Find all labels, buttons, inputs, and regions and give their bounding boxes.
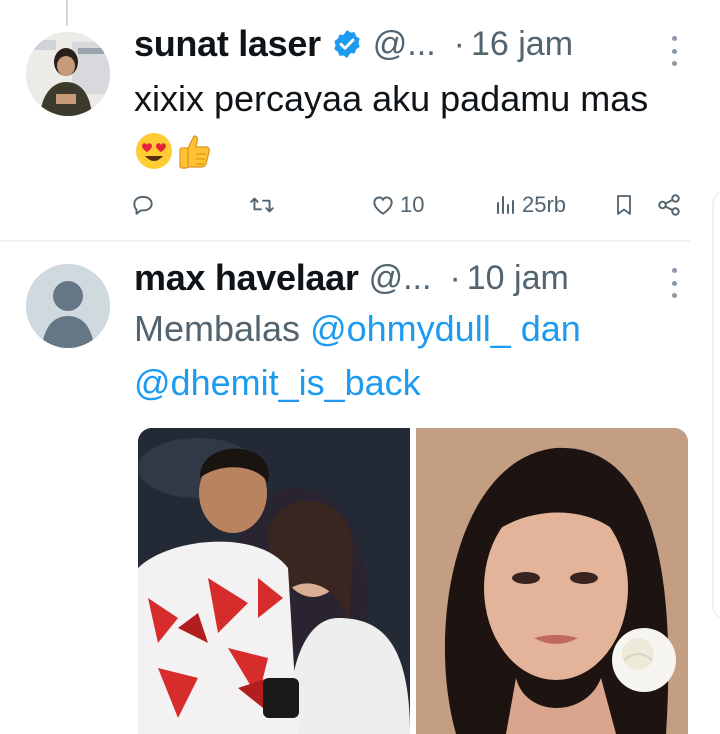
mention-link[interactable]: @ohmydull_ <box>310 308 511 349</box>
photo-couple-image <box>138 428 410 734</box>
heart-eyes-emoji-icon <box>134 131 174 171</box>
mention-link[interactable]: @dhemit_is_back <box>134 362 421 403</box>
reply-icon <box>133 195 153 215</box>
like-count: 10 <box>400 192 425 217</box>
tweet-header: max havelaar @... · 10 jam <box>134 256 569 300</box>
views-button[interactable]: 25rb <box>494 192 566 218</box>
share-icon <box>658 194 680 216</box>
tweet-timestamp[interactable]: 10 jam <box>467 259 569 298</box>
side-scroll-panel[interactable] <box>712 190 720 620</box>
avatar-photo <box>26 32 110 116</box>
bookmark-button[interactable] <box>612 192 636 218</box>
author-name[interactable]: max havelaar <box>134 257 359 299</box>
tweet-2[interactable]: max havelaar @... · 10 jam Membalas @ohm… <box>0 242 720 734</box>
separator-dot: · <box>453 24 465 63</box>
verified-badge-icon <box>331 28 363 60</box>
tweet-text: xixix percayaa aku padamu mas <box>134 72 674 180</box>
repost-icon <box>250 197 274 213</box>
tweet-actions-bar: 10 25rb <box>0 192 720 228</box>
reply-prefix: Membalas <box>134 308 301 349</box>
photo-couple[interactable] <box>138 428 410 734</box>
author-name[interactable]: sunat laser <box>134 23 321 65</box>
photo-woman-portrait-image <box>416 428 688 734</box>
mention-conjunction: dan <box>520 308 581 349</box>
reply-button[interactable] <box>130 192 156 218</box>
media-grid <box>138 428 688 734</box>
share-button[interactable] <box>656 192 682 218</box>
avatar[interactable] <box>26 32 110 116</box>
like-button[interactable]: 10 <box>370 192 424 218</box>
more-options-icon[interactable] <box>670 268 678 298</box>
heart-icon <box>373 196 393 215</box>
author-handle[interactable]: @... <box>373 25 436 64</box>
repost-button[interactable] <box>248 192 276 218</box>
thumbs-up-emoji-icon <box>174 131 214 171</box>
more-options-icon[interactable] <box>670 36 678 66</box>
tweet-timestamp[interactable]: 16 jam <box>471 25 573 64</box>
default-avatar-icon <box>26 264 110 348</box>
tweet-header: sunat laser @... · 16 jam <box>134 22 573 66</box>
bookmark-icon <box>617 195 631 215</box>
tweet-text-content: xixix percayaa aku padamu mas <box>134 78 649 119</box>
views-chart-icon <box>497 196 514 214</box>
author-handle[interactable]: @... <box>369 259 432 298</box>
photo-woman-portrait[interactable] <box>416 428 688 734</box>
views-count: 25rb <box>522 192 567 217</box>
tweet-1[interactable]: sunat laser @... · 16 jam xixix percayaa… <box>0 0 720 240</box>
reply-context: Membalas @ohmydull_ dan @dhemit_is_back <box>134 302 674 410</box>
separator-dot: · <box>449 258 461 297</box>
avatar[interactable] <box>26 264 110 348</box>
